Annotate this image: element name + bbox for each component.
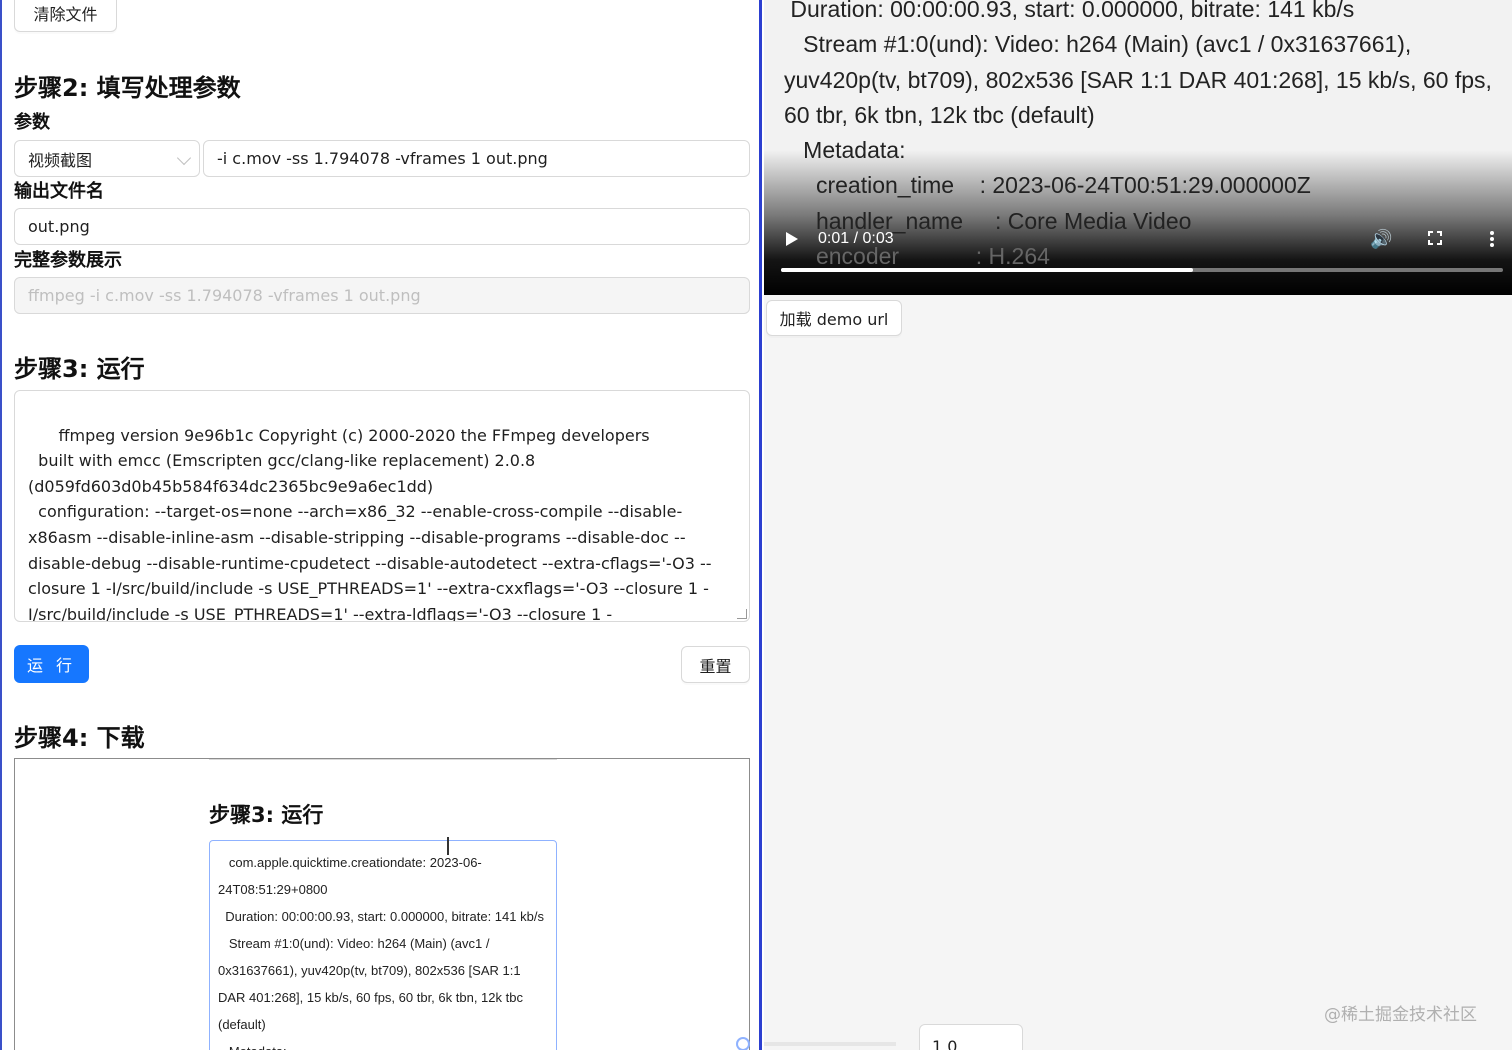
progress-played — [781, 268, 1193, 272]
resize-handle[interactable] — [737, 609, 747, 619]
left-pane: 清除文件 步骤2: 填写处理参数 参数 视频截图 -i c.mov -ss 1.… — [0, 0, 762, 1050]
video-line-3: Metadata: — [784, 137, 906, 164]
reset-button[interactable]: 重置 — [681, 646, 750, 683]
video-line-4: creation_time : 2023-06-24T00:51:29.0000… — [784, 172, 1311, 199]
video-player[interactable]: Duration: 00:00:00.93, start: 0.000000, … — [764, 0, 1512, 295]
full-params-label: 完整参数展示 — [14, 250, 122, 271]
preset-select-value: 视频截图 — [28, 150, 93, 170]
play-icon[interactable] — [786, 232, 798, 246]
video-line-1: Duration: 00:00:00.93, start: 0.000000, … — [784, 0, 1355, 22]
text-cursor-icon — [447, 837, 449, 855]
output-image-preview: 步骤3: 运行 com.apple.quicktime.creationdate… — [14, 758, 750, 1050]
right-pane: Duration: 00:00:00.93, start: 0.000000, … — [764, 0, 1512, 1050]
volume-icon[interactable]: 🔊 — [1370, 229, 1392, 250]
loading-icon — [736, 1037, 750, 1050]
params-input[interactable]: -i c.mov -ss 1.794078 -vframes 1 out.png — [203, 140, 750, 177]
preview-log-box: com.apple.quicktime.creationdate: 2023-0… — [209, 840, 557, 1050]
more-options-icon[interactable] — [1490, 231, 1494, 247]
load-demo-url-button[interactable]: 加载 demo url — [766, 300, 902, 336]
fullscreen-icon[interactable] — [1428, 231, 1442, 245]
progress-bar[interactable] — [781, 268, 1503, 272]
video-controls: 0:01 / 0:03 🔊 — [764, 225, 1512, 295]
preview-divider — [209, 759, 557, 760]
clear-file-button[interactable]: 清除文件 — [14, 0, 117, 32]
log-text: ffmpeg version 9e96b1c Copyright (c) 200… — [28, 425, 712, 622]
number-input[interactable]: 1.0 — [919, 1024, 1023, 1050]
step2-title: 步骤2: 填写处理参数 — [14, 74, 241, 102]
preview-step3-title: 步骤3: 运行 — [209, 803, 324, 827]
preset-select[interactable]: 视频截图 — [14, 140, 200, 177]
log-textarea[interactable]: ffmpeg version 9e96b1c Copyright (c) 200… — [14, 390, 750, 622]
watermark: @稀土掘金技术社区 — [1324, 1005, 1477, 1025]
output-filename-input[interactable]: out.png — [14, 208, 750, 245]
full-params-display: ffmpeg -i c.mov -ss 1.794078 -vframes 1 … — [14, 277, 750, 314]
params-label: 参数 — [14, 112, 50, 133]
output-label: 输出文件名 — [14, 181, 104, 202]
video-time: 0:01 / 0:03 — [818, 230, 894, 247]
slider-track[interactable] — [764, 1042, 896, 1046]
chevron-down-icon — [176, 150, 192, 166]
video-line-2: Stream #1:0(und): Video: h264 (Main) (av… — [784, 31, 1499, 128]
run-button[interactable]: 运 行 — [14, 645, 89, 683]
step4-title: 步骤4: 下载 — [14, 724, 145, 752]
step3-title: 步骤3: 运行 — [14, 355, 145, 383]
app: 清除文件 步骤2: 填写处理参数 参数 视频截图 -i c.mov -ss 1.… — [0, 0, 1512, 1050]
